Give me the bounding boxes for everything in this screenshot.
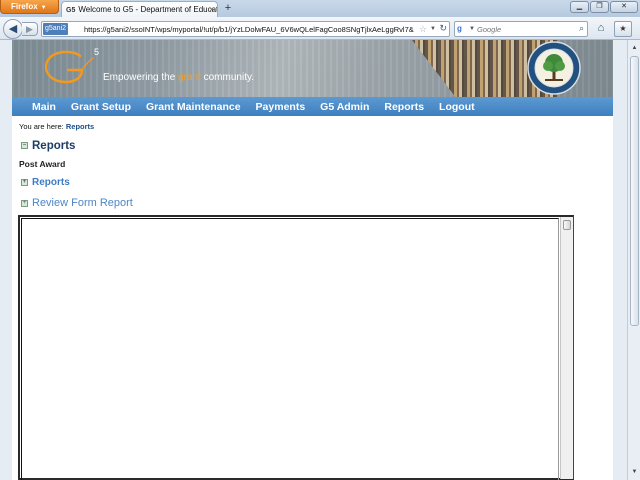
tagline-accent: grant — [178, 72, 201, 83]
logo-superscript: 5 — [94, 47, 100, 57]
google-icon[interactable]: g — [457, 23, 468, 34]
main-menu: Main Grant Setup Grant Maintenance Payme… — [12, 97, 613, 116]
report-frame-scrollbar[interactable] — [560, 217, 573, 479]
tab-title: Welcome to G5 - Department of Educati... — [78, 5, 218, 14]
reports-link-row: + Reports — [21, 177, 70, 188]
title-bar: Firefox ▼ G5 Welcome to G5 - Department of… — [0, 0, 640, 18]
menu-item-payments[interactable]: Payments — [256, 101, 306, 113]
review-form-row: + Review Form Report — [21, 197, 133, 209]
forward-arrow-icon: ▶ — [26, 24, 33, 34]
search-engine-dropdown-icon[interactable]: ▼ — [469, 23, 475, 35]
bookmarks-icon[interactable]: ★ — [614, 21, 632, 37]
tagline: Empowering the grant community. — [103, 72, 254, 83]
page-title: – Reports — [21, 140, 75, 152]
maximize-button[interactable]: ❐ — [590, 1, 609, 13]
search-input[interactable] — [477, 23, 567, 35]
back-arrow-icon: ◀ — [8, 23, 18, 35]
scroll-down-icon[interactable]: ▼ — [629, 466, 640, 478]
scroll-up-icon[interactable]: ▲ — [629, 42, 640, 54]
search-icon[interactable]: ⌕ — [579, 22, 584, 35]
reload-icon[interactable]: ↻ — [439, 22, 447, 35]
firefox-button-label: Firefox — [11, 2, 38, 11]
menu-item-reports[interactable]: Reports — [384, 101, 424, 113]
window-controls: ▁ ❐ ✕ — [570, 1, 638, 15]
search-bar[interactable]: g ▼ ⌕ — [454, 21, 588, 37]
tagline-suffix: community. — [200, 72, 255, 83]
browser-tab[interactable]: G5 Welcome to G5 - Department of Educati.… — [61, 1, 218, 18]
forward-button[interactable]: ▶ — [22, 22, 38, 36]
menu-item-main[interactable]: Main — [32, 101, 56, 113]
home-icon[interactable]: ⌂ — [593, 21, 609, 37]
report-content-area[interactable] — [21, 218, 559, 480]
g5-page: 5 Empowering the grant community. Main G… — [12, 40, 613, 480]
site-identity-badge[interactable]: g5ani2 — [43, 23, 69, 35]
header-banner: 5 Empowering the grant community. — [12, 40, 613, 97]
star-icon[interactable]: ☆ — [419, 23, 427, 35]
tagline-prefix: Empowering the — [103, 72, 179, 83]
page-scrollbar[interactable]: ▲ ▼ — [627, 40, 640, 480]
back-button[interactable]: ◀ — [3, 19, 23, 39]
page-title-text: Reports — [32, 140, 76, 152]
report-frame — [18, 215, 574, 480]
history-dropdown-icon[interactable]: ▼ — [430, 23, 436, 35]
navigation-toolbar: ◀ ▶ g5ani2 https://g5ani2/ssoINT/wps/myp… — [0, 17, 640, 40]
close-tab-icon[interactable]: × — [209, 2, 214, 17]
breadcrumb: You are here: Reports — [19, 122, 94, 131]
reports-link[interactable]: Reports — [32, 177, 70, 188]
close-window-button[interactable]: ✕ — [610, 1, 638, 13]
browser-viewport: 5 Empowering the grant community. Main G… — [0, 40, 627, 480]
menu-item-g5-admin[interactable]: G5 Admin — [320, 101, 369, 113]
expand-toggle-icon[interactable]: + — [21, 178, 28, 186]
review-form-report-link[interactable]: Review Form Report — [32, 197, 133, 209]
breadcrumb-link-reports[interactable]: Reports — [66, 122, 94, 131]
new-tab-button[interactable]: + — [221, 2, 235, 16]
minimize-button[interactable]: ▁ — [570, 1, 589, 13]
collapse-toggle-icon[interactable]: – — [21, 142, 28, 150]
g5-favicon-icon: G5 — [66, 7, 76, 14]
post-award-heading: Post Award — [19, 159, 66, 169]
expand-toggle-icon[interactable]: + — [21, 199, 28, 207]
menu-item-logout[interactable]: Logout — [439, 101, 475, 113]
report-frame-scroll-thumb[interactable] — [563, 220, 571, 230]
g5-logo-icon — [44, 50, 94, 84]
chevron-down-icon: ▼ — [40, 5, 47, 11]
url-text[interactable]: https://g5ani2/ssoINT/wps/myportal/!ut/p… — [84, 24, 414, 35]
department-seal-icon — [527, 41, 581, 95]
page-scroll-thumb[interactable] — [630, 56, 639, 326]
menu-item-grant-setup[interactable]: Grant Setup — [71, 101, 131, 113]
firefox-menu-button[interactable]: Firefox ▼ — [0, 0, 59, 14]
menu-item-grant-maintenance[interactable]: Grant Maintenance — [146, 101, 241, 113]
breadcrumb-prefix: You are here: — [19, 122, 64, 131]
address-bar[interactable]: g5ani2 https://g5ani2/ssoINT/wps/myporta… — [41, 21, 450, 37]
